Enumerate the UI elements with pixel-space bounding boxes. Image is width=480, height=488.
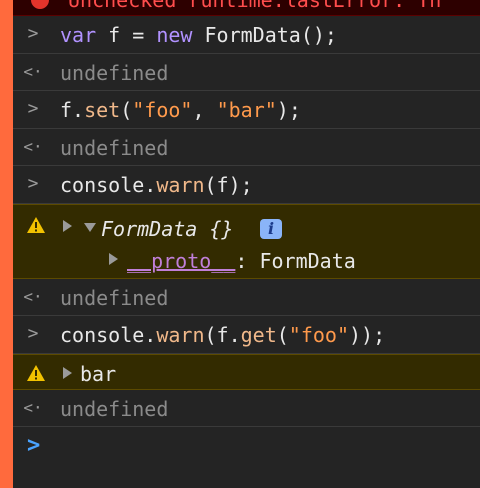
return-arrow-icon: <· (23, 62, 43, 81)
result-value: undefined (60, 61, 169, 85)
console-result-row-4: <· undefined (13, 390, 480, 427)
code-line-4: console.warn(f.get("foo")); (60, 325, 385, 345)
result-value: undefined (60, 286, 169, 310)
return-arrow-icon: <· (23, 137, 43, 156)
code-text: ); (276, 98, 301, 122)
error-banner: Unchecked runtime.lastError: Th (13, 0, 480, 16)
prompt-caret-icon: > (27, 433, 41, 458)
method-name: warn (156, 173, 205, 197)
code-text: ( (120, 98, 133, 122)
code-line-3: console.warn(f); (60, 175, 253, 195)
info-icon[interactable]: i (260, 219, 282, 239)
warning-icon (27, 217, 45, 233)
code-text: FormData(); (192, 23, 337, 47)
console-input-row-1[interactable]: > var f = new FormData(); (13, 16, 480, 54)
code-text: console. (60, 323, 157, 347)
result-value: undefined (60, 397, 169, 421)
console-panel: Unchecked runtime.lastError: Th > var f … (13, 0, 480, 488)
collapse-arrow-icon[interactable] (84, 223, 96, 232)
chevron-right-icon: > (27, 173, 39, 194)
expand-arrow-icon[interactable] (109, 253, 118, 265)
proto-value: FormData (259, 249, 356, 273)
method-name: warn (156, 323, 205, 347)
proto-key: __proto__ (127, 249, 236, 273)
return-arrow-icon: <· (23, 398, 43, 417)
console-input-row-3[interactable]: > console.warn(f); (13, 166, 480, 204)
error-icon (31, 0, 49, 9)
left-accent-bar (0, 0, 13, 488)
code-line-1: var f = new FormData(); (60, 25, 337, 45)
console-input-row-4[interactable]: > console.warn(f.get("foo")); (13, 316, 480, 354)
code-text: )); (349, 323, 386, 347)
method-name: get (240, 323, 277, 347)
console-prompt[interactable]: > (13, 427, 480, 467)
string-literal: "bar" (216, 98, 277, 122)
expand-arrow-icon[interactable] (63, 367, 72, 379)
return-arrow-icon: <· (23, 287, 43, 306)
keyword-var: var (60, 23, 97, 47)
keyword-new: new (156, 23, 193, 47)
proto-property[interactable]: __proto__: FormData (127, 249, 356, 273)
chevron-right-icon: > (27, 98, 39, 119)
method-name: set (84, 98, 121, 122)
code-text: (f); (204, 173, 253, 197)
object-preview[interactable]: FormData {} (101, 217, 233, 241)
console-input-row-2[interactable]: > f.set("foo", "bar"); (13, 91, 480, 129)
warning-message-bar: bar (13, 354, 480, 390)
code-text: , (192, 98, 217, 122)
proto-separator: : (235, 249, 260, 273)
warning-value[interactable]: bar (80, 362, 116, 386)
expand-arrow-icon[interactable] (63, 220, 72, 232)
code-line-2: f.set("foo", "bar"); (60, 100, 301, 120)
code-text: f = (96, 23, 157, 47)
chevron-right-icon: > (27, 23, 39, 44)
warning-message-formdata: FormData {} i __proto__: FormData (13, 204, 480, 279)
code-text: ( (276, 323, 289, 347)
console-result-row-1: <· undefined (13, 54, 480, 91)
error-text: Unchecked runtime.lastError: Th (68, 0, 442, 12)
warning-icon (27, 365, 45, 381)
console-result-row-2: <· undefined (13, 129, 480, 166)
code-text: console. (60, 173, 157, 197)
console-result-row-3: <· undefined (13, 279, 480, 316)
result-value: undefined (60, 136, 169, 160)
string-literal: "foo" (132, 98, 193, 122)
code-text: f. (60, 98, 85, 122)
string-literal: "foo" (288, 323, 350, 347)
chevron-right-icon: > (27, 323, 39, 344)
code-text: (f. (204, 323, 241, 347)
